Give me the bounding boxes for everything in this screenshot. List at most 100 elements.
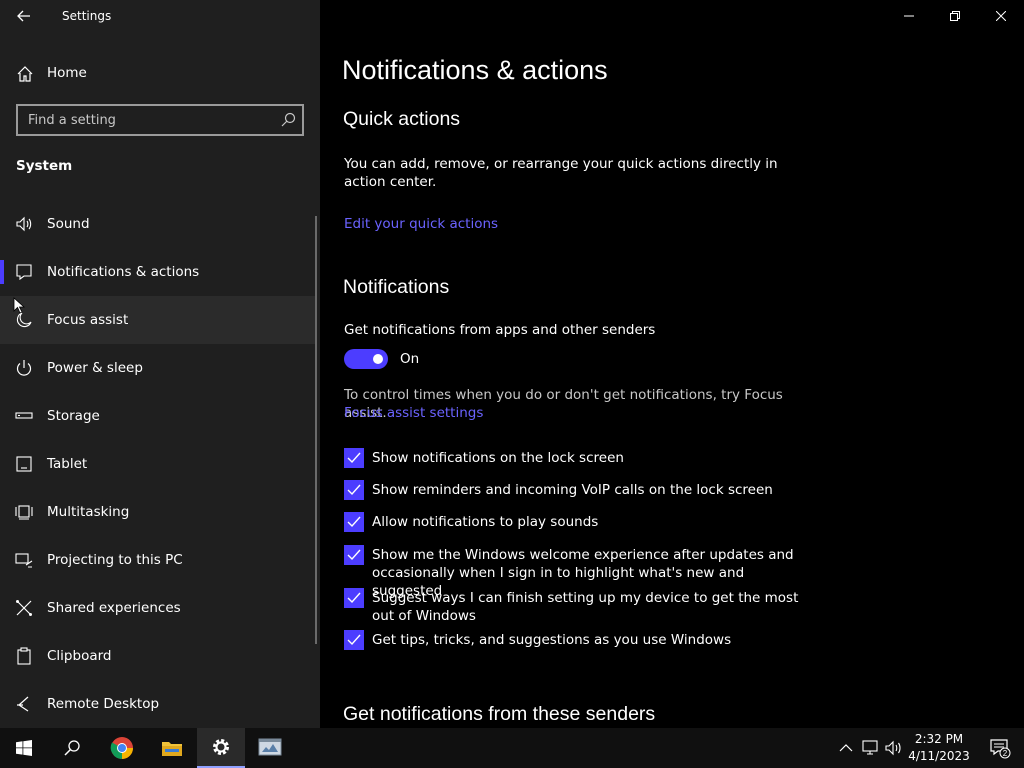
action-center-button[interactable]: 2: [976, 728, 1024, 768]
sidebar-item-label: Power & sleep: [47, 360, 143, 376]
power-icon: [16, 360, 32, 376]
app-taskbar-button[interactable]: [246, 728, 294, 768]
checkbox-label: Show notifications on the lock screen: [372, 450, 624, 466]
edit-quick-actions-link[interactable]: Edit your quick actions: [344, 216, 498, 232]
taskbar: 2:32 PM 4/11/2023 2: [0, 728, 1024, 768]
sidebar-item-label: Shared experiences: [47, 600, 181, 616]
window-controls: [886, 0, 1024, 32]
quick-actions-description: You can add, remove, or rearrange your q…: [344, 156, 778, 190]
toggle-state-label: On: [400, 351, 420, 367]
checkmark-icon: [347, 634, 361, 646]
windows-logo-icon: [16, 740, 32, 756]
clock[interactable]: 2:32 PM 4/11/2023: [904, 731, 974, 765]
notifications-toggle[interactable]: [344, 349, 388, 369]
settings-window: Settings Home System Sound: [0, 0, 1024, 768]
back-button[interactable]: [8, 0, 40, 32]
sidebar-item-projecting[interactable]: Projecting to this PC: [0, 536, 316, 584]
sidebar-item-label: Projecting to this PC: [47, 552, 183, 568]
sidebar-item-notifications[interactable]: Notifications & actions: [0, 248, 316, 296]
page-title: Notifications & actions: [342, 55, 608, 85]
mouse-cursor-icon: [13, 297, 25, 314]
search-icon[interactable]: [280, 112, 296, 128]
system-tray: [836, 728, 904, 768]
restore-button[interactable]: [932, 0, 978, 32]
settings-taskbar-button[interactable]: [197, 728, 245, 768]
sidebar-item-label: Remote Desktop: [47, 696, 160, 712]
speaker-icon: [16, 216, 32, 232]
checkbox[interactable]: [344, 512, 364, 532]
checkmark-icon: [347, 516, 361, 528]
file-explorer-taskbar-button[interactable]: [148, 728, 196, 768]
search-input[interactable]: [18, 106, 268, 134]
notifications-toggle-label: Get notifications from apps and other se…: [344, 322, 656, 338]
volume-icon[interactable]: [884, 738, 904, 758]
senders-heading: Get notifications from these senders: [343, 703, 656, 725]
sidebar-item-multitasking[interactable]: Multitasking: [0, 488, 316, 536]
sidebar-scrollbar[interactable]: [315, 216, 317, 644]
home-icon: [17, 66, 33, 82]
restore-icon: [950, 11, 960, 21]
sidebar-item-sound[interactable]: Sound: [0, 200, 316, 248]
sidebar-item-label: Multitasking: [47, 504, 130, 520]
clock-date: 4/11/2023: [908, 749, 970, 763]
sidebar-item-label: Tablet: [47, 456, 88, 472]
chrome-taskbar-button[interactable]: [98, 728, 146, 768]
shared-icon: [16, 600, 32, 616]
notification-count: 2: [1003, 749, 1008, 758]
sidebar-item-clipboard[interactable]: Clipboard: [0, 632, 316, 680]
search-box[interactable]: [16, 104, 304, 136]
checkbox[interactable]: [344, 630, 364, 650]
home-nav-item[interactable]: Home: [0, 56, 320, 90]
home-label: Home: [47, 65, 87, 81]
main-content: Notifications & actions Quick actions Yo…: [320, 0, 1024, 728]
checkmark-icon: [347, 452, 361, 464]
checkmark-icon: [347, 592, 361, 604]
sidebar-item-label: Focus assist: [47, 312, 129, 328]
checkbox-label: Show reminders and incoming VoIP calls o…: [372, 482, 773, 498]
sidebar-item-label: Sound: [47, 216, 90, 232]
start-button[interactable]: [0, 728, 48, 768]
sidebar: Settings Home System Sound: [0, 0, 320, 728]
folder-icon: [162, 742, 182, 756]
clock-time: 2:32 PM: [914, 732, 964, 746]
quick-actions-heading: Quick actions: [343, 108, 461, 130]
chrome-icon: [110, 737, 133, 759]
back-arrow-icon: [17, 10, 30, 22]
checkbox[interactable]: [344, 588, 364, 608]
selected-indicator: [0, 260, 4, 284]
gear-icon: [213, 739, 229, 755]
sidebar-item-label: Clipboard: [47, 648, 112, 664]
checkmark-icon: [347, 484, 361, 496]
sidebar-item-shared-experiences[interactable]: Shared experiences: [0, 584, 316, 632]
toggle-knob: [373, 354, 383, 364]
storage-icon: [15, 412, 33, 419]
checkbox-label: Get tips, tricks, and suggestions as you…: [372, 632, 732, 648]
nav-list: Sound Notifications & actions Focus assi…: [0, 200, 320, 728]
clipboard-icon: [17, 647, 31, 665]
chevron-up-icon[interactable]: [836, 738, 856, 758]
network-icon[interactable]: [860, 738, 882, 758]
minimize-button[interactable]: [886, 0, 932, 32]
app-title: Settings: [62, 9, 112, 23]
projecting-icon: [15, 553, 33, 568]
notifications-heading: Notifications: [343, 276, 450, 298]
section-title: System: [16, 158, 73, 174]
checkbox[interactable]: [344, 480, 364, 500]
focus-assist-settings-link[interactable]: Focus assist settings: [344, 405, 483, 421]
sidebar-item-focus-assist[interactable]: Focus assist: [0, 296, 316, 344]
sidebar-item-tablet[interactable]: Tablet: [0, 440, 316, 488]
close-button[interactable]: [978, 0, 1024, 32]
checkbox[interactable]: [344, 448, 364, 468]
search-taskbar-button[interactable]: [48, 728, 96, 768]
close-icon: [996, 11, 1006, 21]
search-icon: [64, 740, 80, 756]
sidebar-item-remote-desktop[interactable]: Remote Desktop: [0, 680, 316, 728]
message-icon: [16, 264, 32, 281]
sidebar-item-storage[interactable]: Storage: [0, 392, 316, 440]
checkmark-icon: [347, 549, 361, 561]
title-bar: Settings: [0, 0, 320, 32]
app-window-icon: [258, 738, 282, 756]
sidebar-item-power-sleep[interactable]: Power & sleep: [0, 344, 316, 392]
checkbox[interactable]: [344, 545, 364, 565]
notification-icon: 2: [990, 739, 1011, 759]
